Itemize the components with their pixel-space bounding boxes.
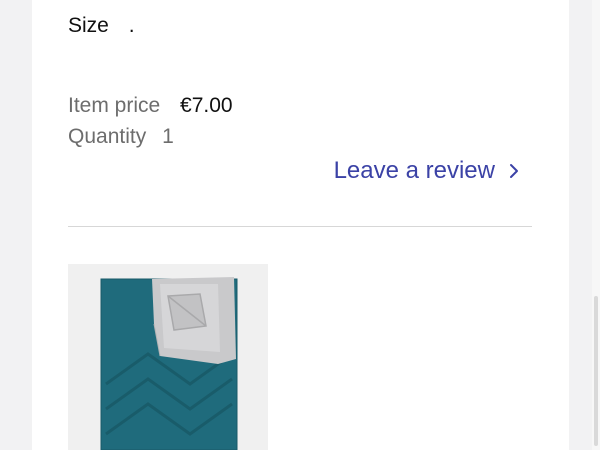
product-image[interactable] xyxy=(68,264,268,450)
item-price-row: Item price €7.00 xyxy=(68,94,233,118)
order-detail-page: Size . Item price €7.00 Quantity 1 Leave… xyxy=(0,0,600,450)
item-price-label: Item price xyxy=(68,94,161,117)
order-item-card: Size . Item price €7.00 Quantity 1 Leave… xyxy=(32,0,569,450)
size-row: Size . xyxy=(68,14,135,38)
section-divider xyxy=(68,226,532,227)
item-price-value: €7.00 xyxy=(180,94,233,117)
quantity-row: Quantity 1 xyxy=(68,125,174,149)
quantity-value: 1 xyxy=(162,125,174,148)
quantity-label: Quantity xyxy=(68,125,147,148)
leave-review-link[interactable]: Leave a review xyxy=(334,157,523,185)
size-label: Size xyxy=(68,14,109,37)
scrollbar[interactable] xyxy=(592,0,600,450)
scrollbar-thumb[interactable] xyxy=(594,296,598,446)
leave-review-label: Leave a review xyxy=(333,157,495,184)
size-value: . xyxy=(128,14,135,37)
sleeping-bag-image xyxy=(68,264,268,450)
chevron-right-icon xyxy=(510,164,518,178)
